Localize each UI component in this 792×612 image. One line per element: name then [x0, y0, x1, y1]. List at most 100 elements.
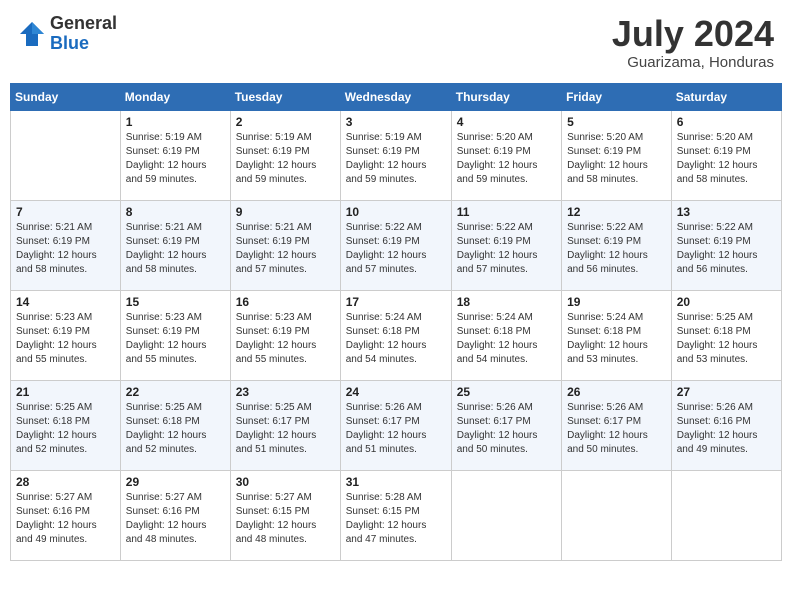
day-number: 9 [236, 205, 335, 219]
day-info: Sunrise: 5:20 AMSunset: 6:19 PMDaylight:… [677, 131, 776, 187]
day-number: 20 [677, 295, 776, 309]
day-number: 15 [126, 295, 225, 309]
day-info: Sunrise: 5:25 AMSunset: 6:18 PMDaylight:… [126, 401, 225, 457]
day-cell: 1 Sunrise: 5:19 AMSunset: 6:19 PMDaylight… [120, 110, 230, 200]
day-cell: 18Sunrise: 5:24 AMSunset: 6:18 PMDayligh… [451, 290, 561, 380]
day-number: 12 [567, 205, 666, 219]
day-info: Sunrise: 5:21 AMSunset: 6:19 PMDaylight:… [126, 221, 225, 277]
week-row-1: 1 Sunrise: 5:19 AMSunset: 6:19 PMDaylight… [11, 110, 782, 200]
day-cell: 17 Sunrise: 5:24 AMSunset: 6:18 PMDayligh… [340, 290, 451, 380]
day-cell: 3 Sunrise: 5:19 AMSunset: 6:19 PMDaylight… [340, 110, 451, 200]
day-cell: 12 Sunrise: 5:22 AMSunset: 6:19 PMDayligh… [562, 200, 672, 290]
day-info: Sunrise: 5:19 AMSunset: 6:19 PMDaylight:… [126, 131, 225, 187]
day-cell: 2 Sunrise: 5:19 AMSunset: 6:19 PMDaylight… [230, 110, 340, 200]
day-info: Sunrise: 5:19 AMSunset: 6:19 PMDaylight:… [236, 131, 335, 187]
day-number: 3 [346, 115, 446, 129]
day-number: 1 [126, 115, 225, 129]
day-cell: 16 Sunrise: 5:23 AMSunset: 6:19 PMDayligh… [230, 290, 340, 380]
day-number: 27 [677, 385, 776, 399]
day-info: Sunrise: 5:23 AMSunset: 6:19 PMDaylight:… [236, 311, 335, 367]
day-cell: 31Sunrise: 5:28 AMSunset: 6:15 PMDayligh… [340, 470, 451, 560]
day-cell: 15Sunrise: 5:23 AMSunset: 6:19 PMDayligh… [120, 290, 230, 380]
col-header-friday: Friday [562, 83, 672, 110]
day-cell: 14 Sunrise: 5:23 AMSunset: 6:19 PMDayligh… [11, 290, 121, 380]
day-cell [11, 110, 121, 200]
day-cell: 6 Sunrise: 5:20 AMSunset: 6:19 PMDaylight… [671, 110, 781, 200]
day-info: Sunrise: 5:24 AMSunset: 6:18 PMDaylight:… [346, 311, 446, 367]
title-block: July 2024 Guarizama, Honduras [612, 14, 774, 71]
day-number: 6 [677, 115, 776, 129]
col-header-wednesday: Wednesday [340, 83, 451, 110]
day-cell: 30 Sunrise: 5:27 AMSunset: 6:15 PMDayligh… [230, 470, 340, 560]
day-info: Sunrise: 5:21 AMSunset: 6:19 PMDaylight:… [236, 221, 335, 277]
day-number: 22 [126, 385, 225, 399]
day-cell: 19 Sunrise: 5:24 AMSunset: 6:18 PMDayligh… [562, 290, 672, 380]
week-row-4: 21Sunrise: 5:25 AMSunset: 6:18 PMDayligh… [11, 380, 782, 470]
day-info: Sunrise: 5:26 AMSunset: 6:16 PMDaylight:… [677, 401, 776, 457]
day-cell [562, 470, 672, 560]
col-header-tuesday: Tuesday [230, 83, 340, 110]
day-info: Sunrise: 5:26 AMSunset: 6:17 PMDaylight:… [457, 401, 556, 457]
calendar-table: SundayMondayTuesdayWednesdayThursdayFrid… [10, 83, 782, 561]
logo: GeneralBlue [18, 14, 117, 54]
day-cell: 10Sunrise: 5:22 AMSunset: 6:19 PMDayligh… [340, 200, 451, 290]
day-number: 4 [457, 115, 556, 129]
day-info: Sunrise: 5:21 AMSunset: 6:19 PMDaylight:… [16, 221, 115, 277]
day-cell: 22 Sunrise: 5:25 AMSunset: 6:18 PMDayligh… [120, 380, 230, 470]
day-cell: 4 Sunrise: 5:20 AMSunset: 6:19 PMDaylight… [451, 110, 561, 200]
day-number: 28 [16, 475, 115, 489]
day-cell [451, 470, 561, 560]
day-info: Sunrise: 5:25 AMSunset: 6:18 PMDaylight:… [677, 311, 776, 367]
day-number: 31 [346, 475, 446, 489]
day-cell: 23Sunrise: 5:25 AMSunset: 6:17 PMDayligh… [230, 380, 340, 470]
day-info: Sunrise: 5:25 AMSunset: 6:18 PMDaylight:… [16, 401, 115, 457]
logo-text: GeneralBlue [50, 14, 117, 54]
month-year: July 2024 [612, 14, 774, 54]
day-number: 10 [346, 205, 446, 219]
day-info: Sunrise: 5:26 AMSunset: 6:17 PMDaylight:… [346, 401, 446, 457]
week-row-3: 14 Sunrise: 5:23 AMSunset: 6:19 PMDayligh… [11, 290, 782, 380]
day-number: 17 [346, 295, 446, 309]
day-number: 14 [16, 295, 115, 309]
day-cell: 25 Sunrise: 5:26 AMSunset: 6:17 PMDayligh… [451, 380, 561, 470]
day-info: Sunrise: 5:20 AMSunset: 6:19 PMDaylight:… [567, 131, 666, 187]
day-info: Sunrise: 5:24 AMSunset: 6:18 PMDaylight:… [457, 311, 556, 367]
day-cell: 9 Sunrise: 5:21 AMSunset: 6:19 PMDaylight… [230, 200, 340, 290]
day-info: Sunrise: 5:20 AMSunset: 6:19 PMDaylight:… [457, 131, 556, 187]
day-number: 2 [236, 115, 335, 129]
day-info: Sunrise: 5:22 AMSunset: 6:19 PMDaylight:… [677, 221, 776, 277]
day-cell: 29Sunrise: 5:27 AMSunset: 6:16 PMDayligh… [120, 470, 230, 560]
day-number: 25 [457, 385, 556, 399]
day-cell: 21Sunrise: 5:25 AMSunset: 6:18 PMDayligh… [11, 380, 121, 470]
day-number: 30 [236, 475, 335, 489]
day-number: 8 [126, 205, 225, 219]
day-number: 19 [567, 295, 666, 309]
day-info: Sunrise: 5:27 AMSunset: 6:16 PMDaylight:… [16, 491, 115, 547]
col-header-sunday: Sunday [11, 83, 121, 110]
day-info: Sunrise: 5:26 AMSunset: 6:17 PMDaylight:… [567, 401, 666, 457]
day-number: 11 [457, 205, 556, 219]
day-number: 24 [346, 385, 446, 399]
day-number: 7 [16, 205, 115, 219]
day-info: Sunrise: 5:24 AMSunset: 6:18 PMDaylight:… [567, 311, 666, 367]
day-cell: 7 Sunrise: 5:21 AMSunset: 6:19 PMDaylight… [11, 200, 121, 290]
week-row-5: 28 Sunrise: 5:27 AMSunset: 6:16 PMDayligh… [11, 470, 782, 560]
day-info: Sunrise: 5:19 AMSunset: 6:19 PMDaylight:… [346, 131, 446, 187]
day-cell [671, 470, 781, 560]
day-number: 13 [677, 205, 776, 219]
header-row: SundayMondayTuesdayWednesdayThursdayFrid… [11, 83, 782, 110]
day-info: Sunrise: 5:27 AMSunset: 6:16 PMDaylight:… [126, 491, 225, 547]
col-header-saturday: Saturday [671, 83, 781, 110]
day-number: 23 [236, 385, 335, 399]
day-info: Sunrise: 5:23 AMSunset: 6:19 PMDaylight:… [16, 311, 115, 367]
day-cell: 26Sunrise: 5:26 AMSunset: 6:17 PMDayligh… [562, 380, 672, 470]
day-info: Sunrise: 5:27 AMSunset: 6:15 PMDaylight:… [236, 491, 335, 547]
day-info: Sunrise: 5:22 AMSunset: 6:19 PMDaylight:… [567, 221, 666, 277]
day-cell: 8 Sunrise: 5:21 AMSunset: 6:19 PMDaylight… [120, 200, 230, 290]
day-number: 5 [567, 115, 666, 129]
location: Guarizama, Honduras [612, 54, 774, 71]
day-number: 16 [236, 295, 335, 309]
day-cell: 27 Sunrise: 5:26 AMSunset: 6:16 PMDayligh… [671, 380, 781, 470]
week-row-2: 7 Sunrise: 5:21 AMSunset: 6:19 PMDaylight… [11, 200, 782, 290]
day-cell: 24 Sunrise: 5:26 AMSunset: 6:17 PMDayligh… [340, 380, 451, 470]
